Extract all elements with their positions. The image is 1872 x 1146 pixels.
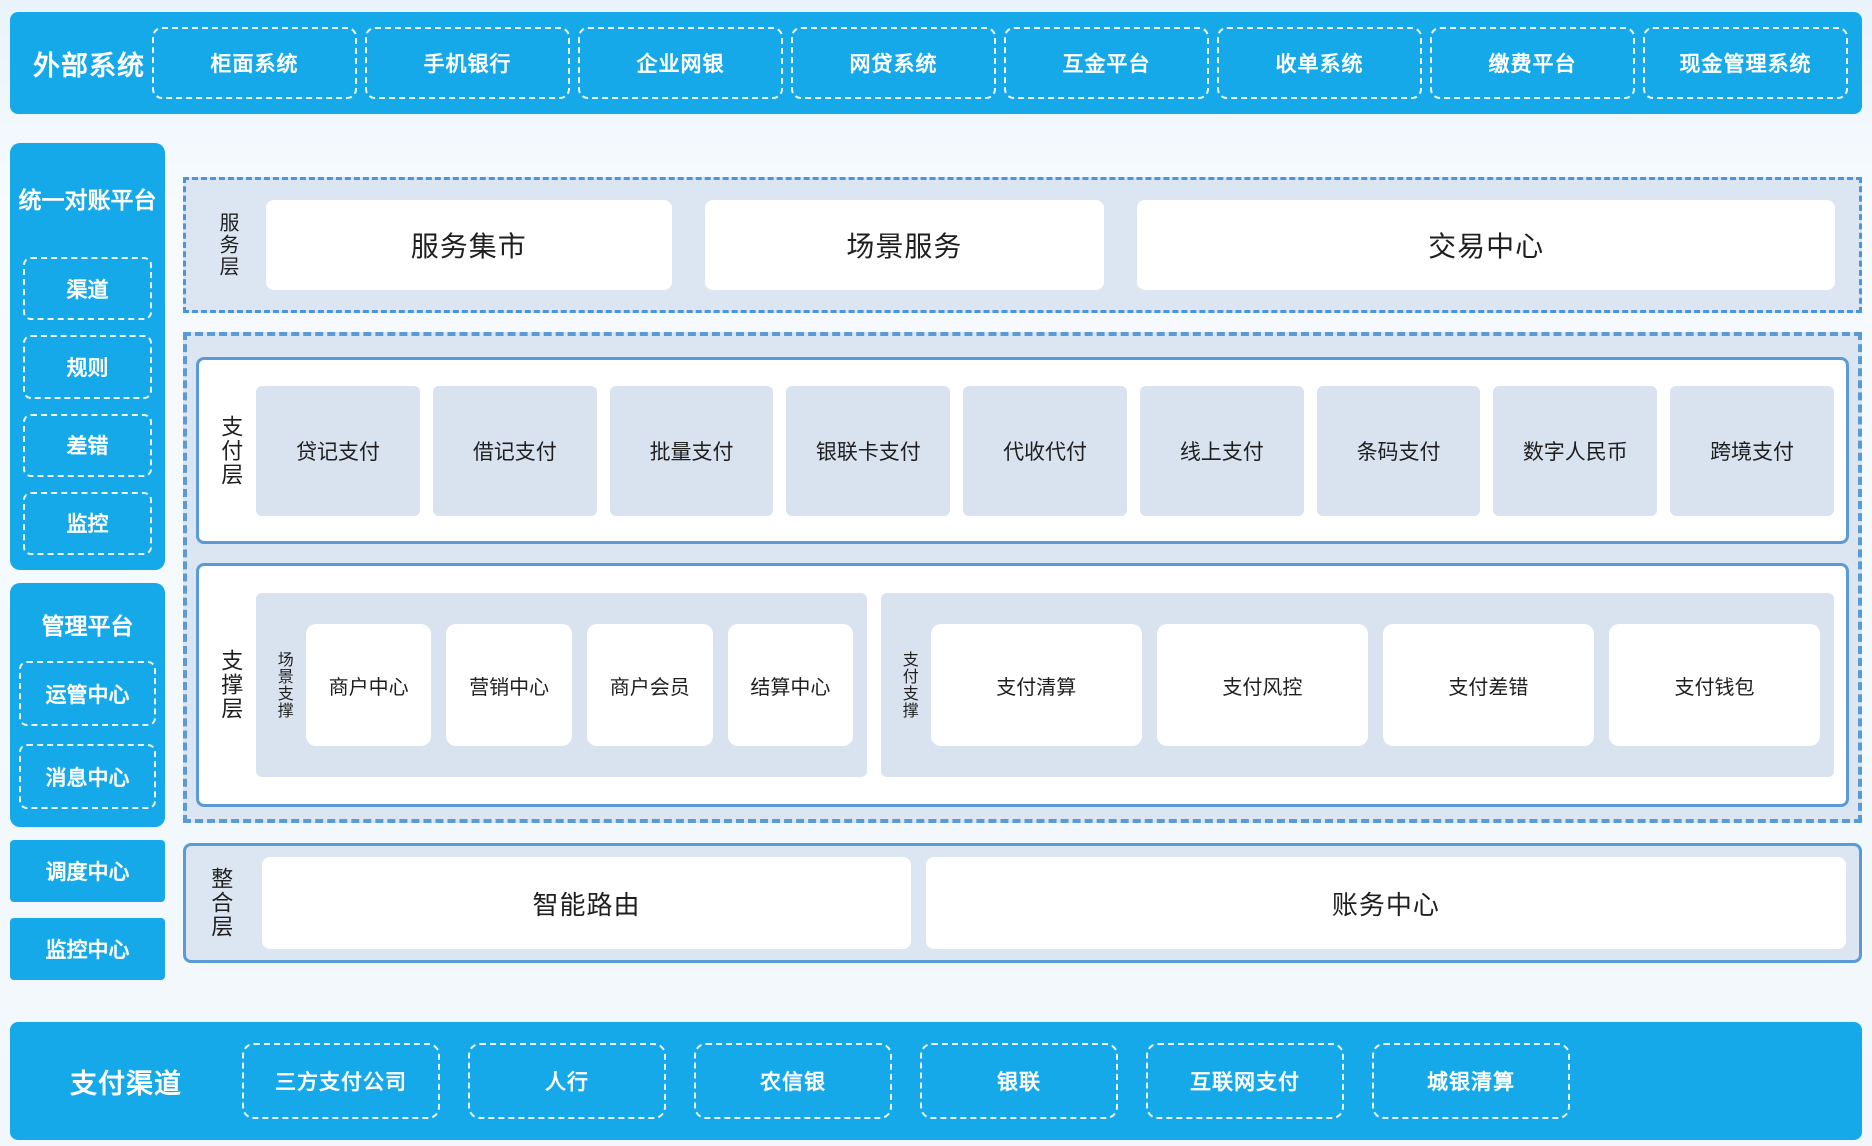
reconciliation-platform-title: 统一对账平台 xyxy=(10,181,165,215)
external-systems-items: 柜面系统 手机银行 企业网银 网贷系统 互金平台 收单系统 缴费平台 现金管理系… xyxy=(152,27,1848,99)
payment-support-label: 支付支撑 xyxy=(899,651,917,719)
external-systems-bar: 外部系统 柜面系统 手机银行 企业网银 网贷系统 互金平台 收单系统 缴费平台 … xyxy=(10,12,1862,114)
external-system-item: 现金管理系统 xyxy=(1643,27,1848,99)
payment-tile: 数字人民币 xyxy=(1493,386,1657,516)
support-layer-groups: 场景支撑 商户中心 营销中心 商户会员 结算中心 支付支撑 支付清算 支付风控 … xyxy=(256,593,1834,777)
payment-channels-items: 三方支付公司 人行 农信银 银联 互联网支付 城银清算 xyxy=(242,1043,1848,1119)
support-tile: 支付钱包 xyxy=(1609,624,1820,746)
payment-channels-label: 支付渠道 xyxy=(10,1062,242,1101)
service-layer: 服务层 服务集市 场景服务 交易中心 xyxy=(183,177,1862,313)
recon-item: 差错 xyxy=(23,414,152,477)
mgmt-item: 消息中心 xyxy=(19,744,156,809)
payment-tile: 贷记支付 xyxy=(256,386,420,516)
support-tile: 商户中心 xyxy=(306,624,432,746)
payment-support-tiles: 支付清算 支付风控 支付差错 支付钱包 xyxy=(931,624,1820,746)
dispatch-center-box: 调度中心 xyxy=(10,840,165,902)
payment-channel-item: 农信银 xyxy=(694,1043,892,1119)
payment-channel-item: 银联 xyxy=(920,1043,1118,1119)
payment-layer: 支付层 贷记支付 借记支付 批量支付 银联卡支付 代收代付 线上支付 条码支付 … xyxy=(196,357,1849,544)
service-box: 交易中心 xyxy=(1137,200,1835,290)
service-box: 服务集市 xyxy=(266,200,672,290)
payment-architecture-diagram: 外部系统 柜面系统 手机银行 企业网银 网贷系统 互金平台 收单系统 缴费平台 … xyxy=(0,0,1872,1146)
management-platform-panel: 管理平台 运管中心 消息中心 xyxy=(10,583,165,827)
monitor-center-box: 监控中心 xyxy=(10,918,165,980)
external-system-item: 手机银行 xyxy=(365,27,570,99)
integration-layer-boxes: 智能路由 账务中心 xyxy=(262,857,1846,949)
payment-channel-item: 人行 xyxy=(468,1043,666,1119)
core-layers-container: 支付层 贷记支付 借记支付 批量支付 银联卡支付 代收代付 线上支付 条码支付 … xyxy=(183,332,1862,823)
payment-tile: 银联卡支付 xyxy=(786,386,950,516)
payment-support-group: 支付支撑 支付清算 支付风控 支付差错 支付钱包 xyxy=(881,593,1834,777)
recon-item: 规则 xyxy=(23,335,152,398)
service-layer-boxes: 服务集市 场景服务 交易中心 xyxy=(266,200,1835,290)
integration-box: 账务中心 xyxy=(926,857,1846,949)
integration-layer-label: 整合层 xyxy=(208,867,232,939)
scene-support-tiles: 商户中心 营销中心 商户会员 结算中心 xyxy=(306,624,853,746)
external-system-item: 网贷系统 xyxy=(791,27,996,99)
scene-support-group: 场景支撑 商户中心 营销中心 商户会员 结算中心 xyxy=(256,593,867,777)
support-tile: 支付风控 xyxy=(1157,624,1368,746)
external-system-item: 企业网银 xyxy=(578,27,783,99)
service-box: 场景服务 xyxy=(705,200,1105,290)
payment-tile: 跨境支付 xyxy=(1670,386,1834,516)
service-layer-label: 服务层 xyxy=(216,212,238,278)
support-tile: 营销中心 xyxy=(446,624,572,746)
payment-tile: 批量支付 xyxy=(610,386,774,516)
support-tile: 结算中心 xyxy=(728,624,854,746)
support-tile: 商户会员 xyxy=(587,624,713,746)
payment-channel-item: 城银清算 xyxy=(1372,1043,1570,1119)
integration-layer: 整合层 智能路由 账务中心 xyxy=(183,843,1862,963)
payment-layer-label: 支付层 xyxy=(218,415,242,487)
support-tile: 支付差错 xyxy=(1383,624,1594,746)
external-systems-label: 外部系统 xyxy=(10,44,152,83)
recon-item: 监控 xyxy=(23,492,152,555)
support-layer: 支撑层 场景支撑 商户中心 营销中心 商户会员 结算中心 支付支撑 支付清算 支… xyxy=(196,563,1849,807)
reconciliation-platform-panel: 统一对账平台 渠道 规则 差错 监控 xyxy=(10,143,165,570)
payment-tile: 条码支付 xyxy=(1317,386,1481,516)
payment-tile: 代收代付 xyxy=(963,386,1127,516)
integration-box: 智能路由 xyxy=(262,857,911,949)
external-system-item: 缴费平台 xyxy=(1430,27,1635,99)
payment-tile: 线上支付 xyxy=(1140,386,1304,516)
payment-channel-item: 三方支付公司 xyxy=(242,1043,440,1119)
support-layer-label: 支撑层 xyxy=(218,649,242,721)
mgmt-item: 运管中心 xyxy=(19,661,156,726)
management-platform-title: 管理平台 xyxy=(10,607,165,641)
payment-channels-bar: 支付渠道 三方支付公司 人行 农信银 银联 互联网支付 城银清算 xyxy=(10,1022,1862,1140)
external-system-item: 柜面系统 xyxy=(152,27,357,99)
payment-tile: 借记支付 xyxy=(433,386,597,516)
scene-support-label: 场景支撑 xyxy=(274,651,292,719)
payment-layer-tiles: 贷记支付 借记支付 批量支付 银联卡支付 代收代付 线上支付 条码支付 数字人民… xyxy=(256,386,1834,516)
external-system-item: 收单系统 xyxy=(1217,27,1422,99)
external-system-item: 互金平台 xyxy=(1004,27,1209,99)
recon-item: 渠道 xyxy=(23,257,152,320)
payment-channel-item: 互联网支付 xyxy=(1146,1043,1344,1119)
support-tile: 支付清算 xyxy=(931,624,1142,746)
